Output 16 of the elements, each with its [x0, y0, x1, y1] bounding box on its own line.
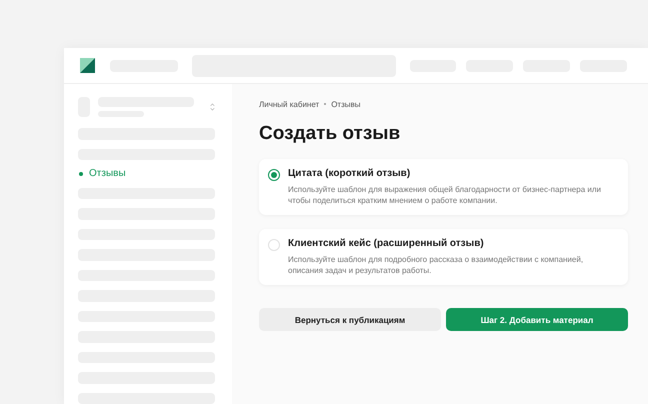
- option-card[interactable]: Клиентский кейс (расширенный отзыв) Используйте шаблон для подробного рассказа о взаимодействии с компанией, описания задач и результатов работы.: [259, 229, 628, 285]
- logo-icon[interactable]: [80, 58, 95, 73]
- next-step-button[interactable]: Шаг 2. Добавить материал: [446, 308, 628, 331]
- separator-icon: [324, 103, 326, 105]
- option-card[interactable]: Цитата (короткий отзыв) Используйте шаблон для выражения общей благодарности от бизнес-партнера или чтобы поделиться кратким мнением о работе компании.: [259, 159, 628, 215]
- radio-button[interactable]: [268, 169, 280, 181]
- option-title: Цитата (короткий отзыв): [288, 168, 412, 179]
- breadcrumb-link[interactable]: Личный кабинет: [259, 100, 320, 108]
- option-description: Используйте шаблон для выражения общей благодарности от бизнес-партнера или чтобы поделиться кратким мнением о работе компании.: [288, 184, 602, 206]
- option-description: Используйте шаблон для подробного рассказа о взаимодействии с компанией, описания задач и результатов работы.: [288, 254, 584, 276]
- back-button[interactable]: Вернуться к публикациям: [259, 308, 441, 331]
- page-title: Создать отзыв: [259, 123, 402, 145]
- option-title: Клиентский кейс (расширенный отзыв): [288, 238, 485, 249]
- sidebar-item[interactable]: Отзывы: [78, 168, 215, 180]
- breadcrumb-link[interactable]: Отзывы: [331, 100, 360, 108]
- active-dot-icon: [79, 172, 83, 176]
